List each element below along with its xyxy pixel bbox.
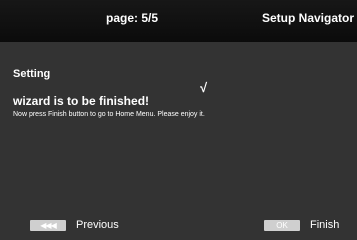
finish-description: Now press Finish button to go to Home Me…	[13, 111, 205, 118]
header-bar: page: 5/5 Setup Navigator	[0, 0, 357, 42]
finish-label: Finish	[310, 219, 340, 231]
finish-button[interactable]: OK Finish	[264, 219, 339, 231]
skip-back-icon: ◀◀◀	[40, 220, 57, 230]
previous-button[interactable]: ◀◀◀ Previous	[30, 219, 119, 231]
ok-key-label: OK	[276, 220, 288, 230]
setup-navigator-screen: page: 5/5 Setup Navigator Setting √ wiza…	[0, 0, 357, 240]
previous-key[interactable]: ◀◀◀	[30, 219, 66, 231]
ok-key[interactable]: OK	[264, 219, 300, 231]
section-title: Setting	[13, 68, 51, 80]
page-title: Setup Navigator	[261, 11, 354, 25]
page-indicator: page: 5/5	[106, 11, 159, 25]
checkmark-icon: √	[200, 80, 208, 95]
finish-headline: wizard is to be finished!	[13, 94, 150, 108]
previous-label: Previous	[76, 219, 119, 231]
